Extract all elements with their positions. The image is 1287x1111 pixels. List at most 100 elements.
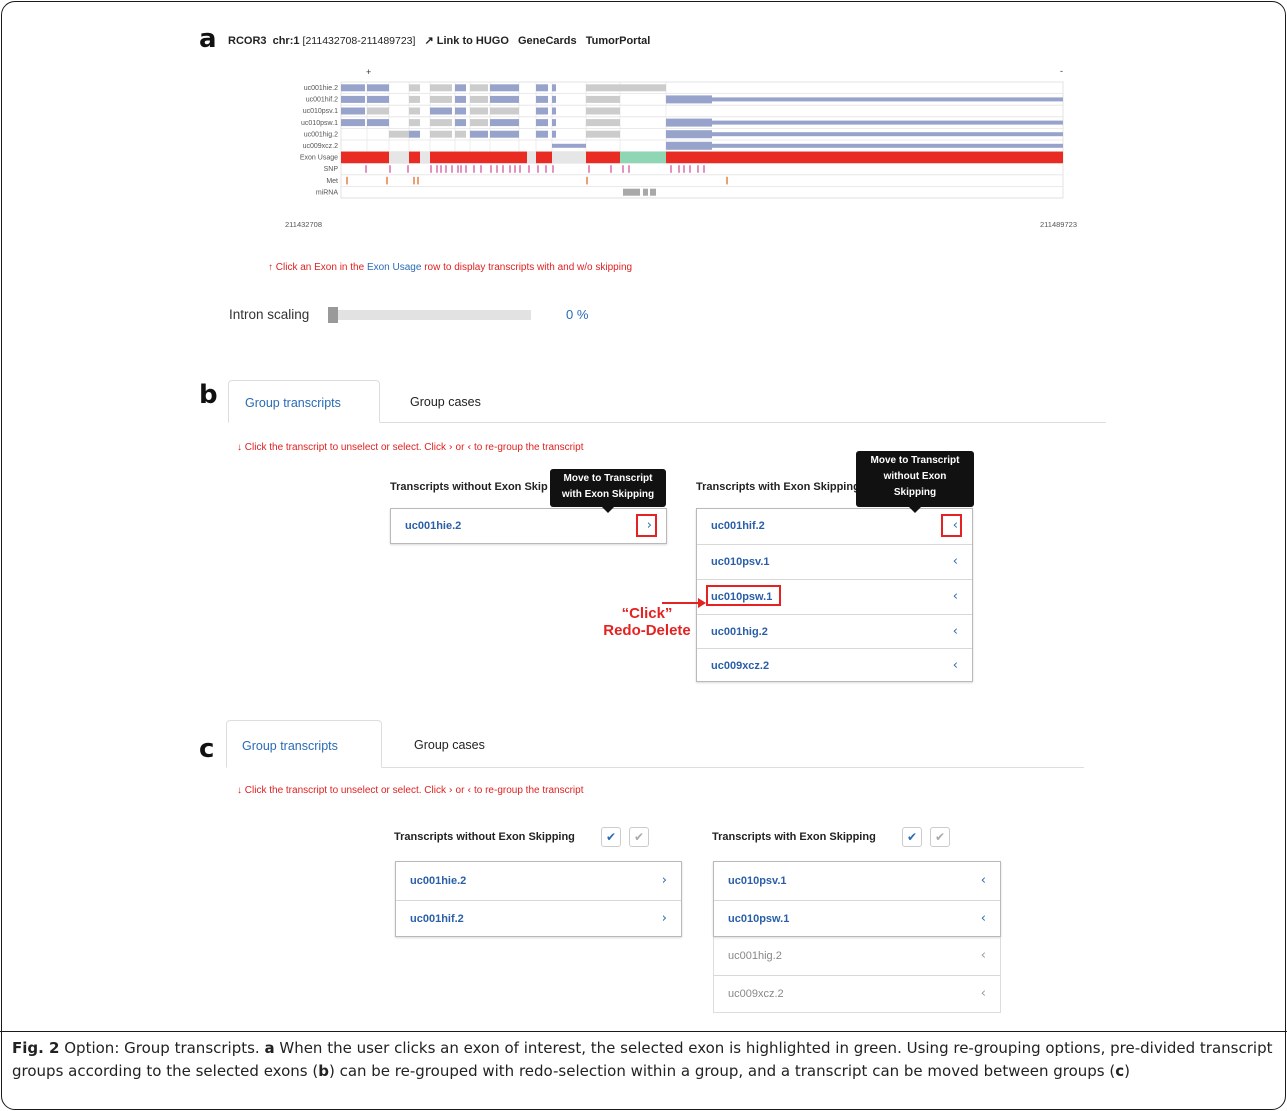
down-arrow-icon: ↓ xyxy=(237,785,242,796)
exon-block xyxy=(490,130,519,138)
track-label: uc010psw.1 xyxy=(301,120,338,127)
transcript-label: uc001hif.2 xyxy=(410,913,464,925)
regroup-hint-end: to re-group the transcript xyxy=(471,442,584,453)
exon-block xyxy=(536,107,548,115)
list-item[interactable]: uc001hig.2 ‹ xyxy=(697,614,972,648)
intron-scaling-slider[interactable] xyxy=(328,307,531,323)
exon-block xyxy=(666,141,712,150)
tooltip-line: Move to Transcript xyxy=(870,455,960,466)
exon-block xyxy=(552,143,586,148)
with-skip-list-c-unselected: uc001hig.2 ‹ uc009xcz.2 ‹ xyxy=(713,937,1001,1013)
transcript-label: uc009xcz.2 xyxy=(711,660,770,672)
transcript-label: uc001hif.2 xyxy=(711,520,765,532)
deselect-all-checkbox[interactable]: ✔ xyxy=(629,827,649,847)
exon-block xyxy=(367,95,389,103)
exon-usage-link[interactable]: Exon Usage xyxy=(367,262,421,273)
exon-block xyxy=(552,119,556,127)
intron-scaling-handle[interactable] xyxy=(328,307,338,323)
list-item[interactable]: uc001hif.2 ‹ xyxy=(697,509,972,544)
list-item[interactable]: uc001hig.2 ‹ xyxy=(714,937,1000,975)
deselect-all-checkbox[interactable]: ✔ xyxy=(930,827,950,847)
exon-block xyxy=(536,84,548,92)
exon-block xyxy=(409,107,420,115)
exon-hint-prefix: Click an Exon in the xyxy=(275,262,367,273)
list-item[interactable]: uc009xcz.2 ‹ xyxy=(714,975,1000,1012)
exon-block xyxy=(455,95,466,103)
exon-usage-block xyxy=(527,151,536,164)
exon-block xyxy=(552,130,556,138)
intron-scaling-value: 0 % xyxy=(566,307,589,322)
tooltip-move-with-skipping: Move to Transcript with Exon Skipping xyxy=(550,469,666,513)
chevron-right-icon[interactable]: › xyxy=(662,873,667,888)
strand-plus: + xyxy=(366,67,371,77)
exon-block xyxy=(430,107,452,115)
exon-usage-block xyxy=(536,151,552,164)
chevron-left-icon[interactable]: ‹ xyxy=(953,624,958,639)
exon-block xyxy=(586,107,620,115)
chevron-left-icon[interactable]: ‹ xyxy=(981,911,986,926)
list-item[interactable]: uc010psw.1 ‹ xyxy=(714,900,1000,937)
exon-block xyxy=(367,119,389,127)
tab-group-cases-b[interactable]: Group cases xyxy=(410,395,481,409)
select-all-checkbox[interactable]: ✔ xyxy=(601,827,621,847)
chevron-left-icon[interactable]: ‹ xyxy=(981,948,986,963)
list-item[interactable]: uc010psv.1 ‹ xyxy=(697,544,972,579)
chevron-right-icon[interactable]: › xyxy=(662,911,667,926)
tab-group-transcripts-b[interactable]: Group transcripts xyxy=(228,380,380,423)
transcript-label: uc010psw.1 xyxy=(728,913,790,925)
list-item[interactable]: uc001hif.2 › xyxy=(396,900,681,937)
tab-group-cases-c[interactable]: Group cases xyxy=(414,738,485,752)
exon-block xyxy=(455,107,466,115)
transcript-label: uc010psv.1 xyxy=(711,556,770,568)
caption-ref-b: b xyxy=(318,1062,329,1080)
chevron-left-icon[interactable]: ‹ xyxy=(953,658,958,673)
without-skip-heading-c: Transcripts without Exon Skipping xyxy=(394,831,575,843)
select-all-checkbox[interactable]: ✔ xyxy=(902,827,922,847)
exon-block xyxy=(367,84,389,92)
transcript-label: uc001hie.2 xyxy=(410,875,467,887)
transcript-label: uc001hie.2 xyxy=(405,520,462,532)
track-label: uc010psv.1 xyxy=(303,108,338,115)
tooltip-line: Move to Transcript xyxy=(563,473,653,484)
highlight-box xyxy=(941,514,962,537)
exon-block xyxy=(470,107,488,115)
down-arrow-icon: ↓ xyxy=(237,442,242,453)
list-item[interactable]: uc001hie.2 › xyxy=(396,862,681,900)
exon-block xyxy=(586,95,620,103)
regroup-hint-text: Click the transcript to unselect or sele… xyxy=(244,442,449,453)
list-item[interactable]: uc001hie.2 › xyxy=(391,509,666,545)
chevron-left-icon[interactable]: ‹ xyxy=(953,589,958,604)
caption-ref-c: c xyxy=(1115,1062,1125,1080)
list-item[interactable]: uc010psv.1 ‹ xyxy=(714,862,1000,900)
chevron-left-icon[interactable]: ‹ xyxy=(953,554,958,569)
exon-block xyxy=(409,130,420,138)
tooltip-move-without-skipping: Move to Transcript without Exon Skipping xyxy=(856,451,974,513)
tab-label: Group transcripts xyxy=(242,739,338,753)
exon-block xyxy=(389,130,409,138)
exon-block xyxy=(490,107,519,115)
without-skip-list-b: uc001hie.2 › xyxy=(390,508,667,544)
axis-end: 211489723 xyxy=(1040,220,1077,229)
panel-b-letter: b xyxy=(199,380,218,410)
with-skip-list-c-selected: uc010psv.1 ‹ uc010psw.1 ‹ xyxy=(713,861,1001,937)
exon-block xyxy=(666,118,712,127)
regroup-hint-b: ↓ Click the transcript to unselect or se… xyxy=(237,442,583,453)
without-skip-heading-b: Transcripts without Exon Skip xyxy=(390,481,548,493)
exon-block xyxy=(586,84,620,92)
exon-block xyxy=(455,119,466,127)
mirna-mark xyxy=(650,188,656,196)
tab-group-transcripts-c[interactable]: Group transcripts xyxy=(226,720,382,768)
track-label: uc009xcz.2 xyxy=(303,143,339,150)
exon-block xyxy=(490,95,519,103)
chevron-left-icon[interactable]: ‹ xyxy=(981,986,986,1001)
exon-usage-block xyxy=(586,151,620,164)
exon-usage-block xyxy=(430,151,527,164)
without-skip-list-c: uc001hie.2 › uc001hif.2 › xyxy=(395,861,682,937)
exon-block xyxy=(409,95,420,103)
list-item[interactable]: uc009xcz.2 ‹ xyxy=(697,648,972,682)
exon-block xyxy=(470,84,488,92)
tooltip-line: with Exon Skipping xyxy=(561,489,655,500)
exon-block xyxy=(470,130,488,138)
exon-block xyxy=(341,95,365,103)
chevron-left-icon[interactable]: ‹ xyxy=(981,873,986,888)
